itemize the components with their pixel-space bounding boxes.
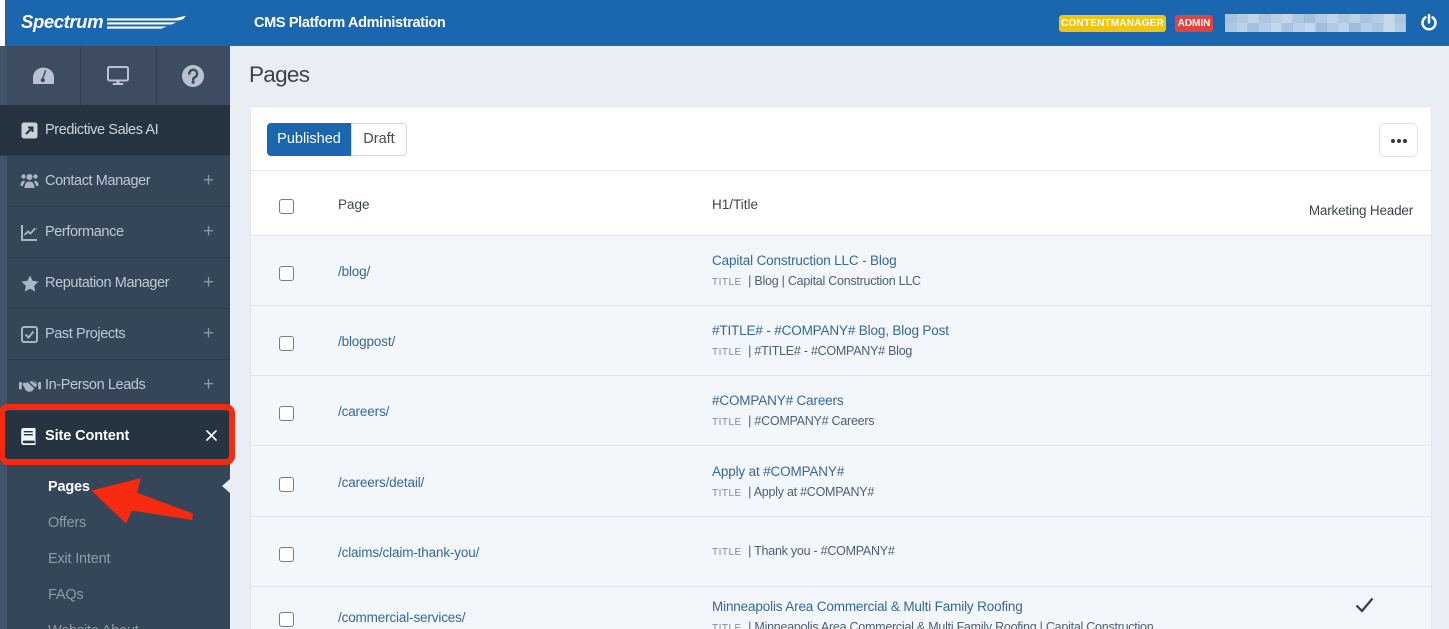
svg-text:Spectrum: Spectrum (21, 11, 103, 32)
